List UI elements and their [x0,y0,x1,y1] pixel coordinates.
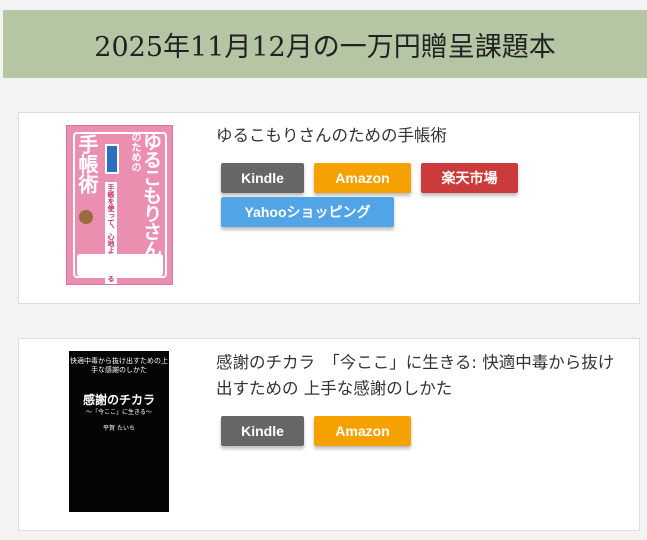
kindle-button[interactable]: Kindle [221,416,304,446]
amazon-button[interactable]: Amazon [314,416,411,446]
bear-illustration [79,210,93,224]
header-banner: 2025年11月12月の一万円贈呈課題本 [3,10,647,78]
amazon-button[interactable]: Amazon [314,163,411,193]
cover-footer-box [77,254,163,276]
page: 2025年11月12月の一万円贈呈課題本 ゆるこもりさん のための 手帳術 手帳… [0,0,647,540]
cover-title-techo: 手帳術 [75,134,99,194]
page-title: 2025年11月12月の一万円贈呈課題本 [94,31,556,63]
yahoo-shopping-button[interactable]: Yahooショッピング [221,197,394,227]
book-cover-image[interactable]: ゆるこもりさん のための 手帳術 手帳を使って、心地よく生きる [66,125,173,285]
cover-main-title: 感謝のチカラ [82,393,155,407]
door-illustration [105,144,119,174]
book-title[interactable]: 感謝のチカラ 「今ここ」に生きる: 快適中毒から抜け出すための 上手な感謝のしか… [216,350,626,402]
cover-subtitle: 〜「今ここ」に生きる〜 [86,409,152,416]
book-title[interactable]: ゆるこもりさんのための手帳術 [216,123,626,149]
book-card-2: 快適中毒から抜け出すための上手な感謝のしかた 感謝のチカラ 〜「今ここ」に生きる… [18,338,640,531]
rakuten-button[interactable]: 楽天市場 [421,163,518,193]
book-card-1: ゆるこもりさん のための 手帳術 手帳を使って、心地よく生きる ゆるこもりさんの… [18,112,640,304]
cover-top-text: 快適中毒から抜け出すための上手な感謝のしかた [70,357,168,374]
cover-title-small: のための [129,132,140,172]
cover-author: 平賀 たいち [103,425,135,432]
cover-title-vertical: ゆるこもりさん [140,132,162,258]
book-cover-image[interactable]: 快適中毒から抜け出すための上手な感謝のしかた 感謝のチカラ 〜「今ここ」に生きる… [69,351,169,512]
kindle-button[interactable]: Kindle [221,163,304,193]
